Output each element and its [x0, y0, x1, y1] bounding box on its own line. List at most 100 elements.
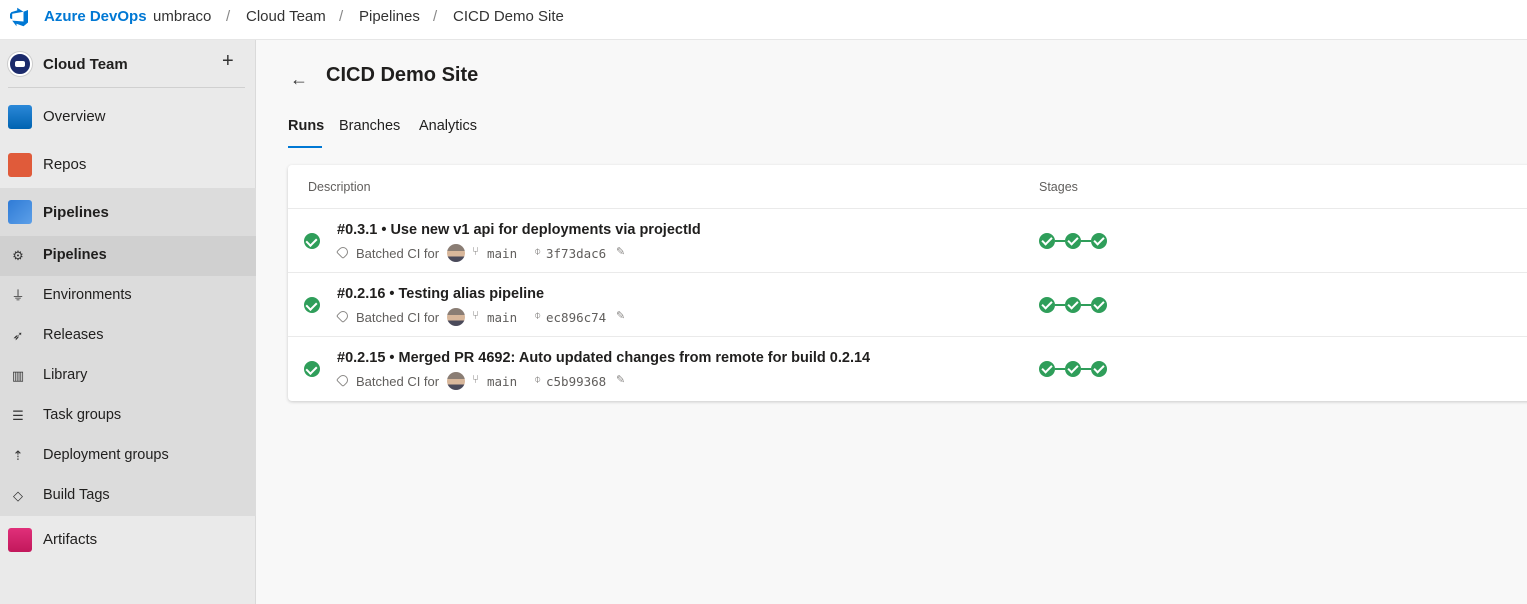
sidebar-item-repos[interactable]: Repos: [0, 145, 256, 185]
top-bar: Azure DevOps umbraco / Cloud Team / Pipe…: [0, 0, 1527, 40]
sidebar-item-label: Pipelines: [43, 204, 109, 221]
stages-indicator[interactable]: [1039, 233, 1119, 249]
stage-connector: [1081, 368, 1091, 370]
commit-id[interactable]: c5b99368: [546, 374, 606, 389]
sidebar-item-label: Deployment groups: [43, 447, 169, 463]
tab-analytics[interactable]: Analytics: [419, 118, 477, 134]
sidebar-item-overview[interactable]: Overview: [0, 97, 256, 137]
pin-icon[interactable]: ✎: [616, 373, 625, 386]
sidebar-item-label: Releases: [43, 327, 104, 343]
project-header[interactable]: Cloud Team +: [0, 40, 256, 88]
releases-icon: ➶: [12, 328, 24, 343]
user-avatar: [447, 308, 465, 326]
sidebar-subitem-task-groups[interactable]: ☰ Task groups: [0, 396, 256, 436]
sidebar-item-label: Repos: [43, 156, 87, 173]
divider: [8, 87, 245, 88]
tab-runs[interactable]: Runs: [288, 118, 324, 134]
user-avatar: [447, 244, 465, 262]
run-title[interactable]: #0.2.16 • Testing alias pipeline: [337, 286, 544, 302]
stage-connector: [1081, 304, 1091, 306]
sidebar: Cloud Team + Overview Repos Pipelines ⚙ …: [0, 40, 256, 604]
commit-icon: ⌽: [534, 372, 542, 386]
project-avatar: [8, 52, 32, 76]
stage-success-icon[interactable]: [1065, 361, 1081, 377]
table-row[interactable]: #0.2.16 • Testing alias pipeline Batched…: [288, 273, 1527, 337]
breadcrumb-separator: /: [226, 8, 231, 25]
branch-name[interactable]: main: [487, 310, 517, 325]
success-status-icon: [304, 233, 320, 249]
table-row[interactable]: #0.2.15 • Merged PR 4692: Auto updated c…: [288, 337, 1527, 401]
sidebar-item-label: Build Tags: [43, 487, 110, 503]
stage-success-icon[interactable]: [1091, 361, 1107, 377]
project-name: Cloud Team: [43, 56, 128, 73]
brand-link[interactable]: Azure DevOps: [44, 8, 147, 25]
stage-success-icon[interactable]: [1065, 233, 1081, 249]
sidebar-item-label: Environments: [43, 287, 132, 303]
stage-connector: [1081, 240, 1091, 242]
active-tab-indicator: [288, 146, 322, 148]
user-avatar: [447, 372, 465, 390]
sidebar-item-label: Artifacts: [43, 531, 98, 548]
commit-icon: ⌽: [534, 308, 542, 322]
plus-icon[interactable]: +: [222, 50, 234, 73]
pipeline-sub-icon: ⚙: [12, 248, 24, 263]
sidebar-subitem-pipelines[interactable]: ⚙ Pipelines: [0, 236, 256, 276]
stages-indicator[interactable]: [1039, 297, 1119, 313]
sidebar-subitem-deployment-groups[interactable]: ⇡ Deployment groups: [0, 436, 256, 476]
column-header-description: Description: [308, 180, 371, 194]
sidebar-item-label: Library: [43, 367, 88, 383]
commit-icon: ⌽: [534, 244, 542, 258]
branch-name[interactable]: main: [487, 246, 517, 261]
branch-icon: ⑂: [472, 244, 480, 258]
back-arrow-icon[interactable]: ←: [290, 69, 308, 90]
sidebar-subitem-environments[interactable]: ⏚ Environments: [0, 276, 256, 316]
pipelines-icon: [8, 200, 32, 224]
sidebar-subitem-build-tags[interactable]: ◇ Build Tags: [0, 476, 256, 516]
branch-icon: ⑂: [472, 372, 480, 386]
commit-id[interactable]: 3f73dac6: [546, 246, 606, 261]
breadcrumb-org[interactable]: umbraco: [153, 8, 211, 25]
runs-table: Description Stages #0.3.1 • Use new v1 a…: [288, 165, 1527, 401]
stage-success-icon[interactable]: [1065, 297, 1081, 313]
pin-icon[interactable]: ✎: [616, 245, 625, 258]
trigger-label: Batched CI for: [356, 310, 440, 325]
azure-devops-logo-icon[interactable]: [8, 5, 32, 29]
stages-indicator[interactable]: [1039, 361, 1119, 377]
pin-icon[interactable]: ✎: [616, 309, 625, 322]
trigger-label: Batched CI for: [356, 246, 440, 261]
library-icon: ▥: [11, 368, 25, 383]
table-row[interactable]: #0.3.1 • Use new v1 api for deployments …: [288, 209, 1527, 273]
sidebar-item-label: Task groups: [43, 407, 122, 423]
branch-name[interactable]: main: [487, 374, 517, 389]
sidebar-item-artifacts[interactable]: Artifacts: [0, 520, 256, 560]
stage-connector: [1055, 368, 1065, 370]
sidebar-item-pipelines[interactable]: Pipelines: [0, 188, 256, 236]
stage-success-icon[interactable]: [1039, 361, 1055, 377]
commit-id[interactable]: ec896c74: [546, 310, 606, 325]
sidebar-subitem-library[interactable]: ▥ Library: [0, 356, 256, 396]
stage-connector: [1055, 240, 1065, 242]
tag-icon: [335, 244, 351, 260]
run-title[interactable]: #0.3.1 • Use new v1 api for deployments …: [337, 222, 701, 238]
breadcrumb-pipelines[interactable]: Pipelines: [359, 8, 420, 25]
breadcrumb-separator: /: [433, 8, 438, 25]
breadcrumb-pipeline[interactable]: CICD Demo Site: [453, 8, 564, 25]
breadcrumb-separator: /: [339, 8, 344, 25]
environments-icon: ⏚: [11, 288, 25, 303]
stage-success-icon[interactable]: [1039, 297, 1055, 313]
tag-icon: [335, 372, 351, 388]
sidebar-item-label: Overview: [43, 108, 106, 125]
breadcrumb-project[interactable]: Cloud Team: [246, 8, 326, 25]
deployment-groups-icon: ⇡: [12, 448, 24, 463]
tag-icon: [335, 308, 351, 324]
sidebar-subitem-releases[interactable]: ➶ Releases: [0, 316, 256, 356]
overview-icon: [8, 105, 32, 129]
trigger-label: Batched CI for: [356, 374, 440, 389]
task-groups-icon: ☰: [12, 408, 24, 423]
stage-success-icon[interactable]: [1091, 297, 1107, 313]
run-title[interactable]: #0.2.15 • Merged PR 4692: Auto updated c…: [337, 350, 870, 366]
column-header-stages: Stages: [1039, 180, 1078, 194]
tab-branches[interactable]: Branches: [339, 118, 400, 134]
stage-success-icon[interactable]: [1091, 233, 1107, 249]
stage-success-icon[interactable]: [1039, 233, 1055, 249]
